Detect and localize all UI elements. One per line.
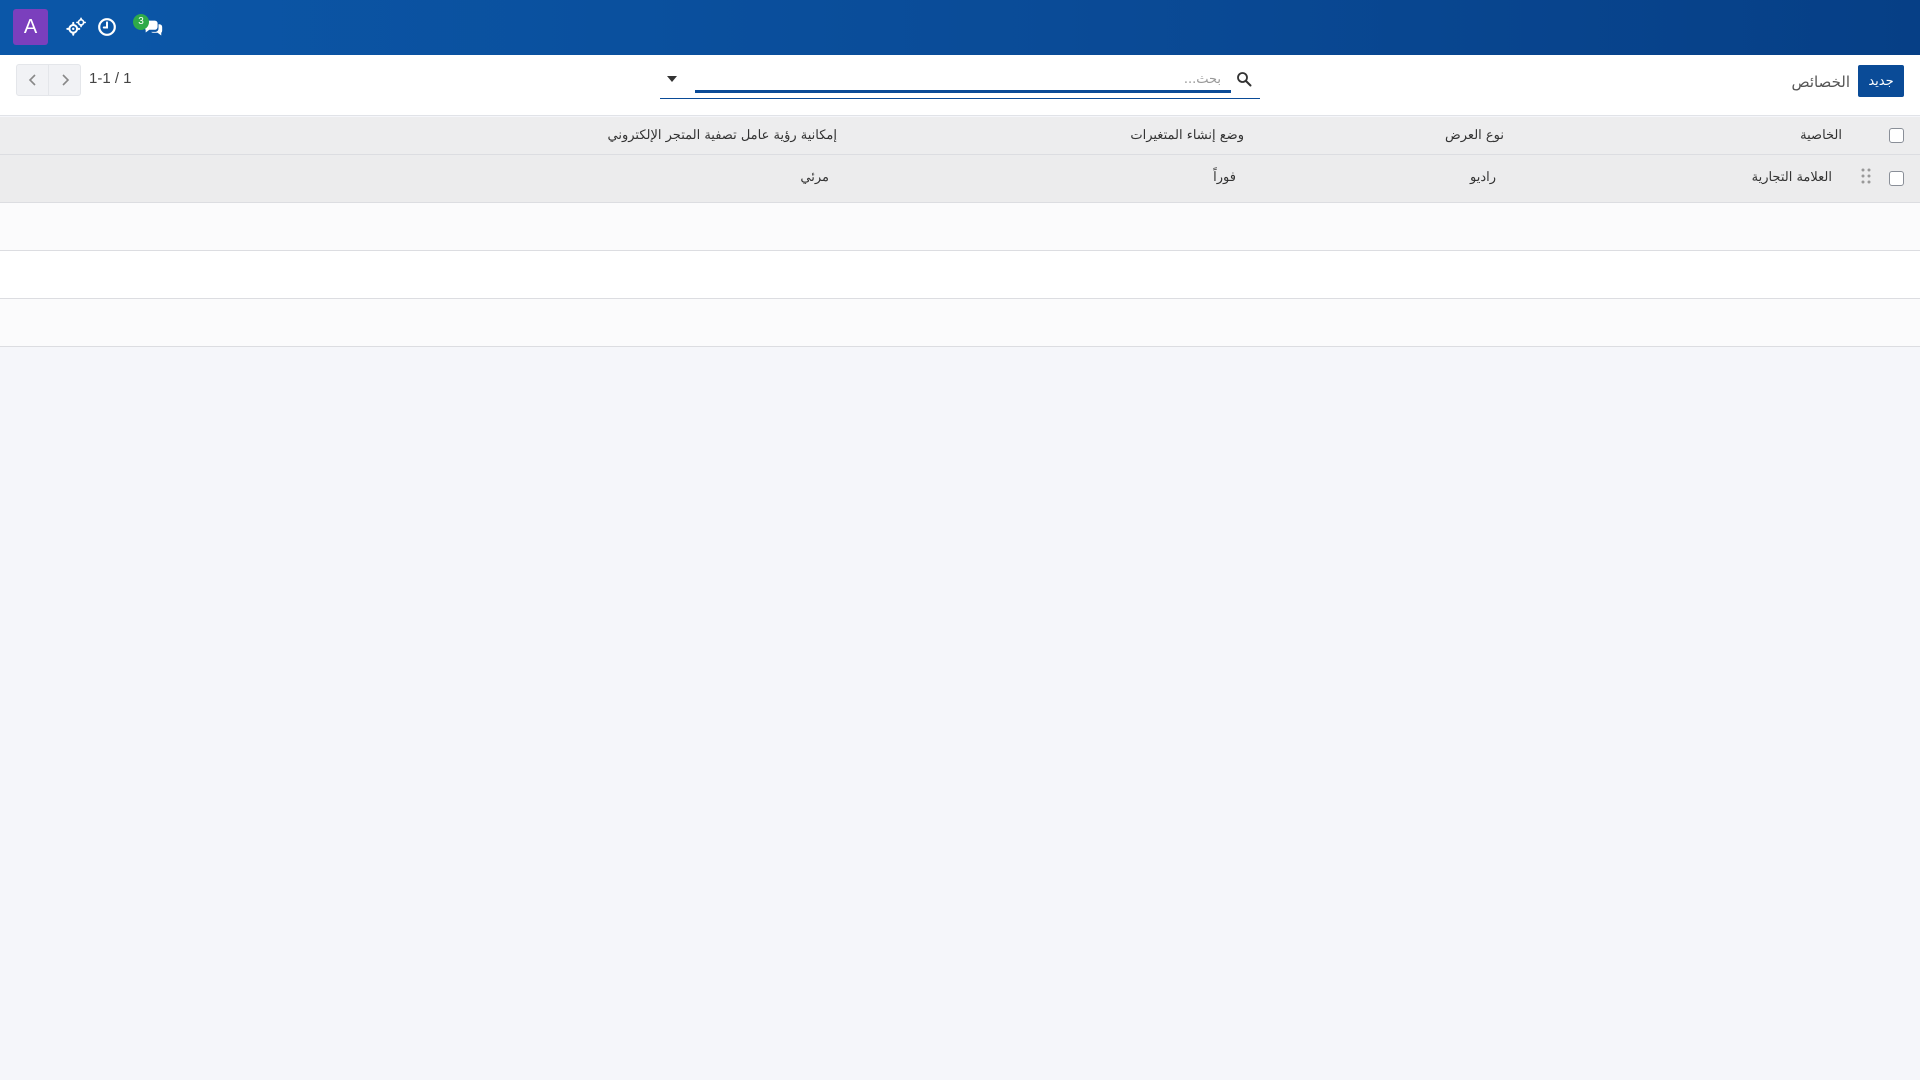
chevron-left-icon <box>28 74 36 86</box>
empty-row <box>0 251 1920 299</box>
table-header: الخاصية نوع العرض وضع إنشاء المتغيرات إم… <box>0 117 1920 155</box>
top-navbar: A 3 <box>0 0 1920 55</box>
user-avatar[interactable]: A <box>13 9 48 45</box>
clock-icon[interactable] <box>96 16 118 38</box>
table-row[interactable]: العلامة التجارية راديو فوراً مرئي <box>0 155 1920 203</box>
search-options-caret-icon[interactable] <box>667 75 677 83</box>
chevron-right-icon <box>61 74 69 86</box>
empty-row <box>0 203 1920 251</box>
column-header-attribute[interactable]: الخاصية <box>1800 128 1842 143</box>
attributes-table: الخاصية نوع العرض وضع إنشاء المتغيرات إم… <box>0 117 1920 347</box>
control-panel: جديد الخصائص 1-1 / 1 <box>0 55 1920 116</box>
drag-handle-icon[interactable] <box>1860 167 1872 185</box>
column-header-variant-mode[interactable]: وضع إنشاء المتغيرات <box>1130 128 1244 143</box>
row-checkbox[interactable] <box>1889 171 1904 186</box>
empty-row <box>0 299 1920 347</box>
row-display-type: راديو <box>1469 170 1496 185</box>
search-input[interactable] <box>696 67 1221 91</box>
search-bar <box>660 65 1260 99</box>
search-icon <box>1236 71 1252 87</box>
pager-value[interactable]: 1-1 / 1 <box>89 70 132 87</box>
new-button[interactable]: جديد <box>1858 65 1904 97</box>
row-variant-mode: فوراً <box>1213 170 1236 185</box>
column-header-visibility[interactable]: إمكانية رؤية عامل تصفية المتجر الإلكترون… <box>608 128 838 143</box>
column-header-display-type[interactable]: نوع العرض <box>1445 128 1504 143</box>
row-attribute: العلامة التجارية <box>1751 170 1832 185</box>
chat-count-badge: 3 <box>133 14 149 30</box>
search-focus-indicator <box>695 90 1231 93</box>
row-visibility: مرئي <box>800 170 829 185</box>
breadcrumb: الخصائص <box>1791 73 1850 91</box>
gear-cluster-icon[interactable] <box>65 16 87 38</box>
pager-next-button[interactable] <box>48 64 81 96</box>
pager-previous-button[interactable] <box>16 64 49 96</box>
select-all-checkbox[interactable] <box>1889 128 1904 143</box>
